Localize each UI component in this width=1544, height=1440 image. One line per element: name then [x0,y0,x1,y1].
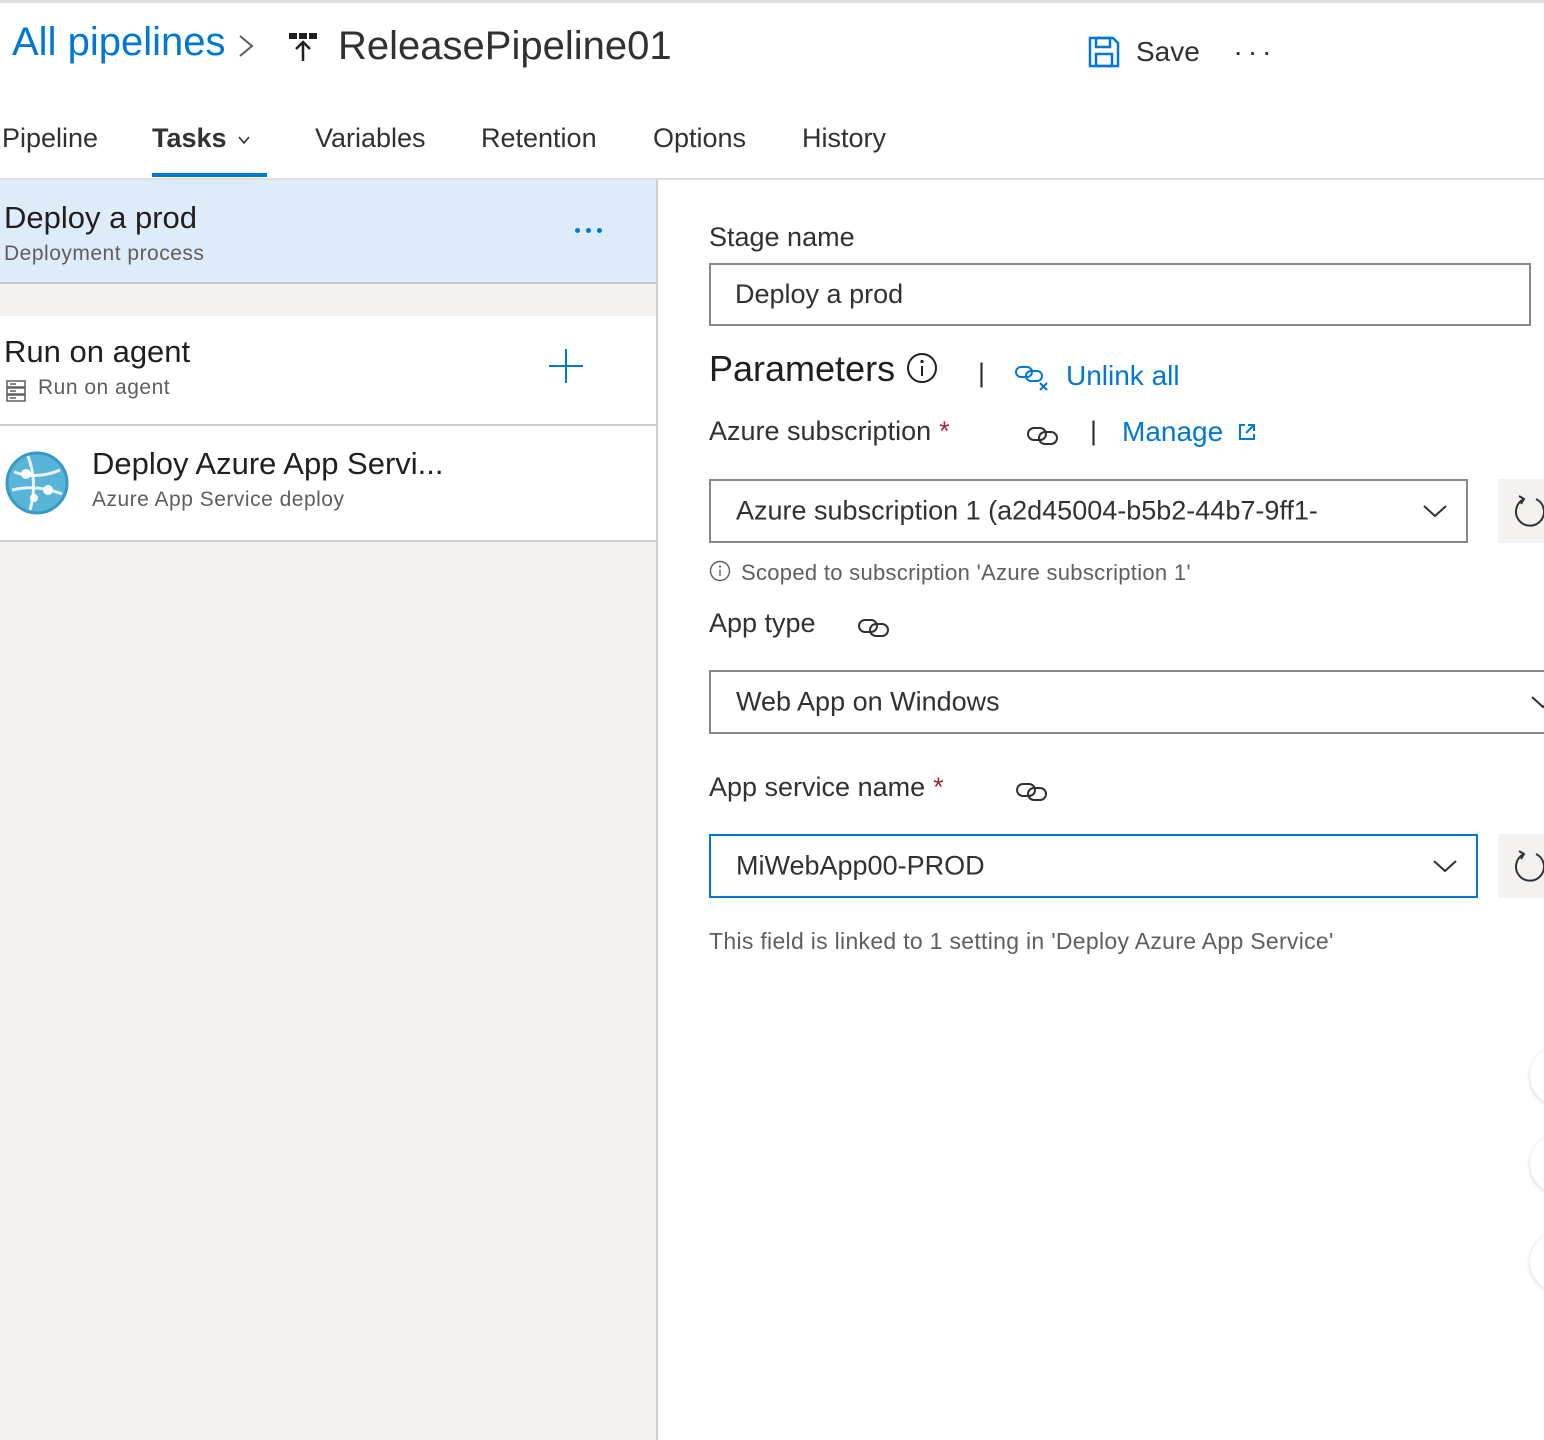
breadcrumb-all-pipelines[interactable]: All pipelines [12,20,225,65]
azure-app-service-icon [5,451,69,515]
top-border [0,0,1544,3]
stage-name-input[interactable] [709,263,1531,326]
save-button[interactable]: Save [1086,30,1200,74]
pipeline-title: ReleasePipeline01 [338,24,672,68]
azure-subscription-dropdown[interactable]: Azure subscription 1 (a2d45004-b5b2-44b7… [709,479,1468,543]
unlink-icon [1015,366,1048,391]
tab-variables[interactable]: Variables [315,118,426,178]
app-type-value: Web App on Windows [736,686,1000,717]
tab-history-label: History [802,123,887,153]
parameters-title: Parameters [709,348,896,389]
stage-title: Deploy a prod [4,200,198,235]
required-marker: * [933,772,944,802]
agent-job-row[interactable]: Run on agent Run on agent [0,316,657,426]
refresh-icon [1515,495,1544,527]
info-icon [709,560,731,582]
save-icon [1088,36,1120,68]
separator: | [978,358,986,388]
tab-tasks-label: Tasks [152,123,227,153]
floating-action-button[interactable] [1530,1134,1544,1194]
required-marker: * [939,416,950,446]
tab-pipeline-label: Pipeline [2,123,99,153]
task-row-deploy-app-service[interactable]: Deploy Azure App Servi... Azure App Serv… [0,426,657,542]
app-type-dropdown[interactable]: Web App on Windows [709,670,1544,734]
save-label: Save [1136,36,1200,67]
app-service-name-value: MiWebApp00-PROD [736,850,985,881]
refresh-icon [1515,850,1544,882]
tab-variables-label: Variables [315,123,426,153]
external-link-icon [1239,424,1256,440]
pane-divider [656,180,658,1440]
tab-options-label: Options [653,123,747,153]
stage-more-icon[interactable] [568,212,608,248]
release-pipeline-icon [289,33,317,61]
app-service-name-dropdown[interactable]: MiWebApp00-PROD [709,834,1478,898]
stage-name-label: Stage name [709,222,855,252]
more-actions-button[interactable]: ··· [1232,30,1278,74]
link-icon[interactable] [856,616,892,640]
agent-job-subtitle: Run on agent [38,376,171,399]
task-title: Deploy Azure App Servi... [92,446,444,481]
azure-subscription-label: Azure subscription * [709,416,950,447]
add-task-icon[interactable] [546,346,586,386]
task-subtitle: Azure App Service deploy [92,488,345,511]
tab-history[interactable]: History [802,118,886,178]
app-service-name-label-text: App service name [709,772,926,802]
tab-retention-label: Retention [481,123,597,153]
linked-setting-hint: This field is linked to 1 setting in 'De… [709,928,1334,954]
chevron-down-icon [237,136,250,145]
tab-retention[interactable]: Retention [481,118,597,178]
active-tab-indicator [152,173,267,177]
link-icon[interactable] [1014,780,1050,804]
app-service-name-label: App service name * [709,772,944,803]
info-icon[interactable] [906,352,938,384]
chevron-down-icon [1433,860,1457,873]
manage-link[interactable]: Manage [1122,416,1257,448]
chevron-down-icon [1423,505,1447,518]
unlink-all-button[interactable]: Unlink all [1014,360,1180,392]
floating-action-button[interactable] [1530,1046,1544,1106]
agent-job-title: Run on agent [4,334,191,369]
server-icon [6,380,26,402]
azure-subscription-value: Azure subscription 1 (a2d45004-b5b2-44b7… [736,495,1318,526]
subscription-scope-hint: Scoped to subscription 'Azure subscripti… [741,560,1191,585]
tab-pipeline[interactable]: Pipeline [2,118,98,178]
task-list-pane: Deploy a prod Deployment process Run on … [0,180,657,1440]
floating-action-button[interactable] [1530,1232,1544,1292]
tab-options[interactable]: Options [653,118,746,178]
link-icon[interactable] [1025,424,1061,448]
stage-row[interactable]: Deploy a prod Deployment process [0,180,657,284]
unlink-all-label: Unlink all [1066,360,1180,391]
refresh-app-service-button[interactable] [1498,834,1544,898]
separator: | [1090,416,1098,446]
chevron-down-icon [1531,696,1544,709]
azure-subscription-label-text: Azure subscription [709,416,932,446]
app-type-label: App type [709,608,816,638]
tab-tasks[interactable]: Tasks [152,118,251,178]
manage-label: Manage [1122,416,1224,447]
refresh-subscription-button[interactable] [1498,479,1544,543]
chevron-right-icon [239,35,254,57]
stage-subtitle: Deployment process [4,242,205,265]
